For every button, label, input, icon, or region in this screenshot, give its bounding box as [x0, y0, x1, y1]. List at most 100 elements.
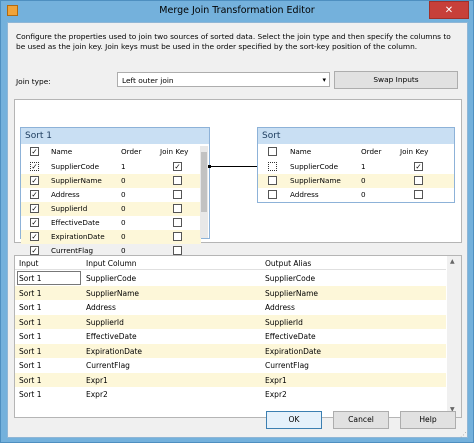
- include-checkbox[interactable]: ✓: [30, 246, 39, 255]
- join-key-checkbox[interactable]: ✓: [414, 162, 423, 171]
- table-row[interactable]: ✓ Address 0: [21, 188, 201, 202]
- mapping-output-alias[interactable]: Expr1: [265, 376, 287, 385]
- mapping-input-column[interactable]: Address: [86, 303, 116, 312]
- column-name: CurrentFlag: [51, 246, 94, 255]
- window-title: Merge Join Transformation Editor: [159, 5, 315, 16]
- left-header-order: Order: [121, 147, 142, 156]
- right-header-joinkey: Join Key: [400, 147, 429, 156]
- resize-grip-icon[interactable]: ⋰: [460, 431, 467, 439]
- left-table-scrollbar[interactable]: [200, 146, 208, 238]
- include-checkbox[interactable]: ✓: [30, 232, 39, 241]
- include-checkbox[interactable]: [268, 162, 277, 171]
- title-bar[interactable]: Merge Join Transformation Editor ✕: [1, 1, 473, 21]
- left-header-joinkey: Join Key: [160, 147, 189, 156]
- table-row[interactable]: ✓ ExpirationDate 0: [21, 230, 201, 244]
- join-key-checkbox[interactable]: [173, 232, 182, 241]
- join-key-checkbox[interactable]: [414, 190, 423, 199]
- left-table-header: ✓ Name Order Join Key: [21, 146, 201, 158]
- help-button[interactable]: Help: [400, 411, 456, 429]
- mapping-output-alias[interactable]: SupplierCode: [265, 274, 315, 283]
- column-name: Address: [290, 190, 319, 199]
- mapping-input-column[interactable]: ExpirationDate: [86, 347, 142, 356]
- mapping-output-alias[interactable]: Address: [265, 303, 295, 312]
- select-all-checkbox-left[interactable]: ✓: [30, 147, 39, 156]
- mapping-row[interactable]: Sort 1 Address Address: [15, 300, 446, 315]
- right-header-order: Order: [361, 147, 382, 156]
- swap-inputs-button[interactable]: Swap Inputs: [334, 71, 458, 89]
- left-header-name: Name: [51, 147, 73, 156]
- mapping-scrollbar[interactable]: ▲ ▼: [447, 256, 461, 417]
- mapping-input-column[interactable]: CurrentFlag: [86, 361, 130, 370]
- table-row[interactable]: Address 0: [258, 188, 454, 202]
- mapping-output-alias[interactable]: CurrentFlag: [265, 361, 309, 370]
- table-row[interactable]: ✓ SupplierId 0: [21, 202, 201, 216]
- include-checkbox[interactable]: ✓: [30, 190, 39, 199]
- mapping-input: Sort 1: [19, 375, 42, 385]
- mapping-row[interactable]: Sort 1 SupplierCode SupplierCode: [15, 271, 446, 286]
- mapping-input: Sort 1: [19, 303, 42, 312]
- mapping-header-input: Input: [19, 259, 39, 268]
- mapping-row[interactable]: Sort 1 SupplierId SupplierId: [15, 314, 446, 329]
- join-key-checkbox[interactable]: [414, 176, 423, 185]
- column-name: SupplierCode: [51, 162, 100, 171]
- mapping-input-column[interactable]: Expr1: [86, 376, 108, 385]
- join-type-select[interactable]: Left outer join ▾: [117, 72, 330, 87]
- table-row[interactable]: ✓ SupplierCode 1 ✓: [21, 160, 201, 174]
- join-connector-line: [210, 166, 257, 167]
- include-checkbox[interactable]: ✓: [30, 176, 39, 185]
- join-key-checkbox[interactable]: [173, 176, 182, 185]
- mapping-output-alias[interactable]: SupplierName: [265, 289, 318, 298]
- table-row[interactable]: ✓ EffectiveDate 0: [21, 216, 201, 230]
- mapping-input-column[interactable]: SupplierName: [86, 289, 139, 298]
- mapping-input-column[interactable]: SupplierCode: [86, 274, 136, 283]
- output-mapping-grid: Input Input Column Output Alias Sort 1 Su…: [14, 255, 462, 418]
- table-row[interactable]: ✓ SupplierName 0: [21, 174, 201, 188]
- mapping-row[interactable]: Sort 1 Expr2 Expr2: [15, 387, 446, 402]
- mapping-row[interactable]: Sort 1 EffectiveDate EffectiveDate: [15, 329, 446, 344]
- mapping-output-alias[interactable]: Expr2: [265, 390, 287, 399]
- table-row[interactable]: SupplierCode 1 ✓: [258, 160, 454, 174]
- close-button[interactable]: ✕: [429, 1, 469, 19]
- scroll-up-icon[interactable]: ▲: [450, 258, 455, 265]
- include-checkbox[interactable]: ✓: [30, 204, 39, 213]
- left-scroll-thumb[interactable]: [201, 152, 207, 212]
- join-key-checkbox[interactable]: [173, 190, 182, 199]
- mapping-row[interactable]: Sort 1 Expr1 Expr1: [15, 372, 446, 387]
- include-checkbox[interactable]: ✓: [30, 162, 39, 171]
- table-row[interactable]: SupplierName 0: [258, 174, 454, 188]
- cancel-button[interactable]: Cancel: [333, 411, 389, 429]
- mapping-output-alias[interactable]: EffectiveDate: [265, 332, 316, 341]
- sort-order: 0: [121, 176, 126, 185]
- sort-order: 0: [121, 232, 126, 241]
- column-name: ExpirationDate: [51, 232, 105, 241]
- include-checkbox[interactable]: [268, 176, 277, 185]
- close-icon: ✕: [444, 5, 454, 16]
- sort-order: 1: [361, 162, 366, 171]
- client-area: Configure the properties used to join tw…: [7, 22, 468, 439]
- sort-order: 0: [121, 204, 126, 213]
- mapping-header-output-alias: Output Alias: [265, 259, 312, 268]
- mapping-input-column[interactable]: Expr2: [86, 390, 108, 399]
- right-table-header: Name Order Join Key: [258, 146, 454, 158]
- join-key-checkbox[interactable]: [173, 218, 182, 227]
- left-table-title: Sort 1: [21, 128, 209, 144]
- sort-order: 0: [361, 190, 366, 199]
- sort-order: 1: [121, 162, 126, 171]
- mapping-row[interactable]: Sort 1 CurrentFlag CurrentFlag: [15, 358, 446, 373]
- mapping-output-alias[interactable]: SupplierId: [265, 318, 303, 327]
- join-key-checkbox[interactable]: [173, 246, 182, 255]
- select-all-checkbox-right[interactable]: [268, 147, 277, 156]
- left-input-table[interactable]: Sort 1 ✓ Name Order Join Key ✓ SupplierCo…: [20, 127, 210, 255]
- ok-button[interactable]: OK: [266, 411, 322, 429]
- join-key-checkbox[interactable]: ✓: [173, 162, 182, 171]
- include-checkbox[interactable]: [268, 190, 277, 199]
- mapping-input-column[interactable]: SupplierId: [86, 318, 124, 327]
- mapping-output-alias[interactable]: ExpirationDate: [265, 347, 321, 356]
- join-key-checkbox[interactable]: [173, 204, 182, 213]
- mapping-row[interactable]: Sort 1 SupplierName SupplierName: [15, 285, 446, 300]
- mapping-row[interactable]: Sort 1 ExpirationDate ExpirationDate: [15, 343, 446, 358]
- include-checkbox[interactable]: ✓: [30, 218, 39, 227]
- right-input-table[interactable]: Sort Name Order Join Key SupplierCode 1 ✓ S…: [257, 127, 455, 203]
- mapping-input: Sort 1: [19, 346, 42, 356]
- mapping-input-column[interactable]: EffectiveDate: [86, 332, 137, 341]
